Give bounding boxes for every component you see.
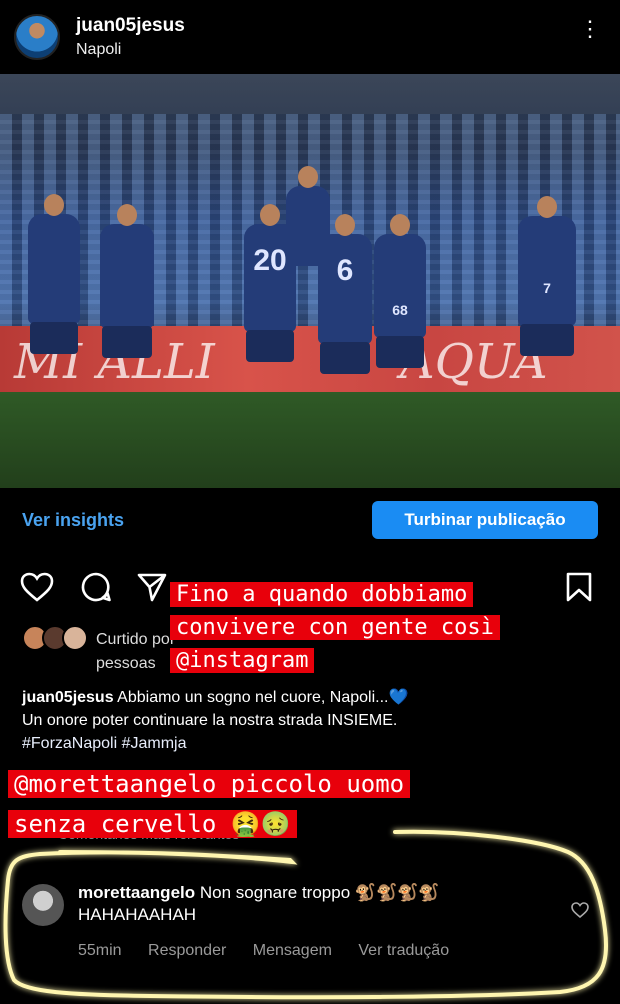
story-overlay-text: convivere con gente così xyxy=(170,614,500,642)
comment: morettaangelo Non sognare troppo 🐒🐒🐒🐒 HA… xyxy=(78,882,558,926)
caption-line1: Abbiamo un sogno nel cuore, Napoli...💙 xyxy=(117,689,409,706)
commenter-avatar[interactable] xyxy=(22,884,64,926)
post-caption: juan05jesus Abbiamo un sogno nel cuore, … xyxy=(22,686,602,755)
post-location[interactable]: Napoli xyxy=(76,41,121,59)
story-overlay-text: @instagram xyxy=(170,647,315,675)
comment-username[interactable]: morettaangelo xyxy=(78,883,195,902)
football-pitch xyxy=(0,392,620,488)
jersey-number: 7 xyxy=(543,280,551,296)
caption-line2: Un onore poter continuare la nostra stra… xyxy=(22,712,398,729)
reply-button[interactable]: Responder xyxy=(148,942,226,959)
player: 68 xyxy=(374,214,426,368)
overlay-mention-line[interactable]: @morettaangelo piccolo uomo xyxy=(8,770,411,798)
heart-icon[interactable] xyxy=(20,572,54,602)
boost-post-button[interactable]: Turbinar publicação xyxy=(372,501,598,539)
caption-username[interactable]: juan05jesus xyxy=(22,689,114,706)
overlay-line2: convivere con gente così xyxy=(170,615,500,640)
comment-heart-icon[interactable] xyxy=(571,902,589,918)
more-options-icon[interactable]: ⋮ xyxy=(579,18,602,40)
bookmark-icon[interactable] xyxy=(565,571,593,603)
story-overlay-text: Fino a quando dobbiamo xyxy=(170,581,474,609)
story-overlay-text: senza cervello 🤮🤢 xyxy=(8,808,297,840)
see-translation-button[interactable]: Ver tradução xyxy=(358,942,449,959)
liked-by-text[interactable]: Curtido por pessoas xyxy=(96,628,175,676)
avatar[interactable] xyxy=(14,14,60,60)
player: 6 xyxy=(318,214,372,374)
comment-icon[interactable] xyxy=(80,571,112,603)
liked-by-avatars[interactable] xyxy=(22,625,88,651)
overlay-mention-instagram[interactable]: @instagram xyxy=(170,648,315,673)
jersey-number: 68 xyxy=(392,302,408,318)
comment-meta: 55min Responder Mensagem Ver tradução xyxy=(78,942,471,960)
message-button[interactable]: Mensagem xyxy=(253,942,332,959)
story-overlay-text: @morettaangelo piccolo uomo xyxy=(8,768,411,800)
jersey-number: 6 xyxy=(336,254,354,287)
overlay-line5: senza cervello 🤮🤢 xyxy=(8,810,297,838)
caption-hashtags[interactable]: #ForzaNapoli #Jammja xyxy=(22,732,602,755)
post-photo[interactable]: MI ALLI AQUA RALA 20 6 68 7 xyxy=(0,74,620,488)
share-icon[interactable] xyxy=(136,571,168,603)
liked-by-line2: pessoas xyxy=(96,655,156,672)
overlay-line1: Fino a quando dobbiamo xyxy=(170,582,474,607)
comment-text-line1: Non sognare troppo 🐒🐒🐒🐒 xyxy=(199,883,440,902)
comment-time: 55min xyxy=(78,942,122,959)
view-insights-link[interactable]: Ver insights xyxy=(22,510,124,531)
post-username[interactable]: juan05jesus xyxy=(76,15,185,37)
player xyxy=(100,204,154,358)
comment-text-line2: HAHAHAAHAH xyxy=(78,905,197,924)
post-header: juan05jesus Napoli ⋮ xyxy=(0,0,620,74)
player: 7 xyxy=(518,196,576,356)
liked-by-line1: Curtido por xyxy=(96,631,176,648)
player xyxy=(28,194,80,354)
